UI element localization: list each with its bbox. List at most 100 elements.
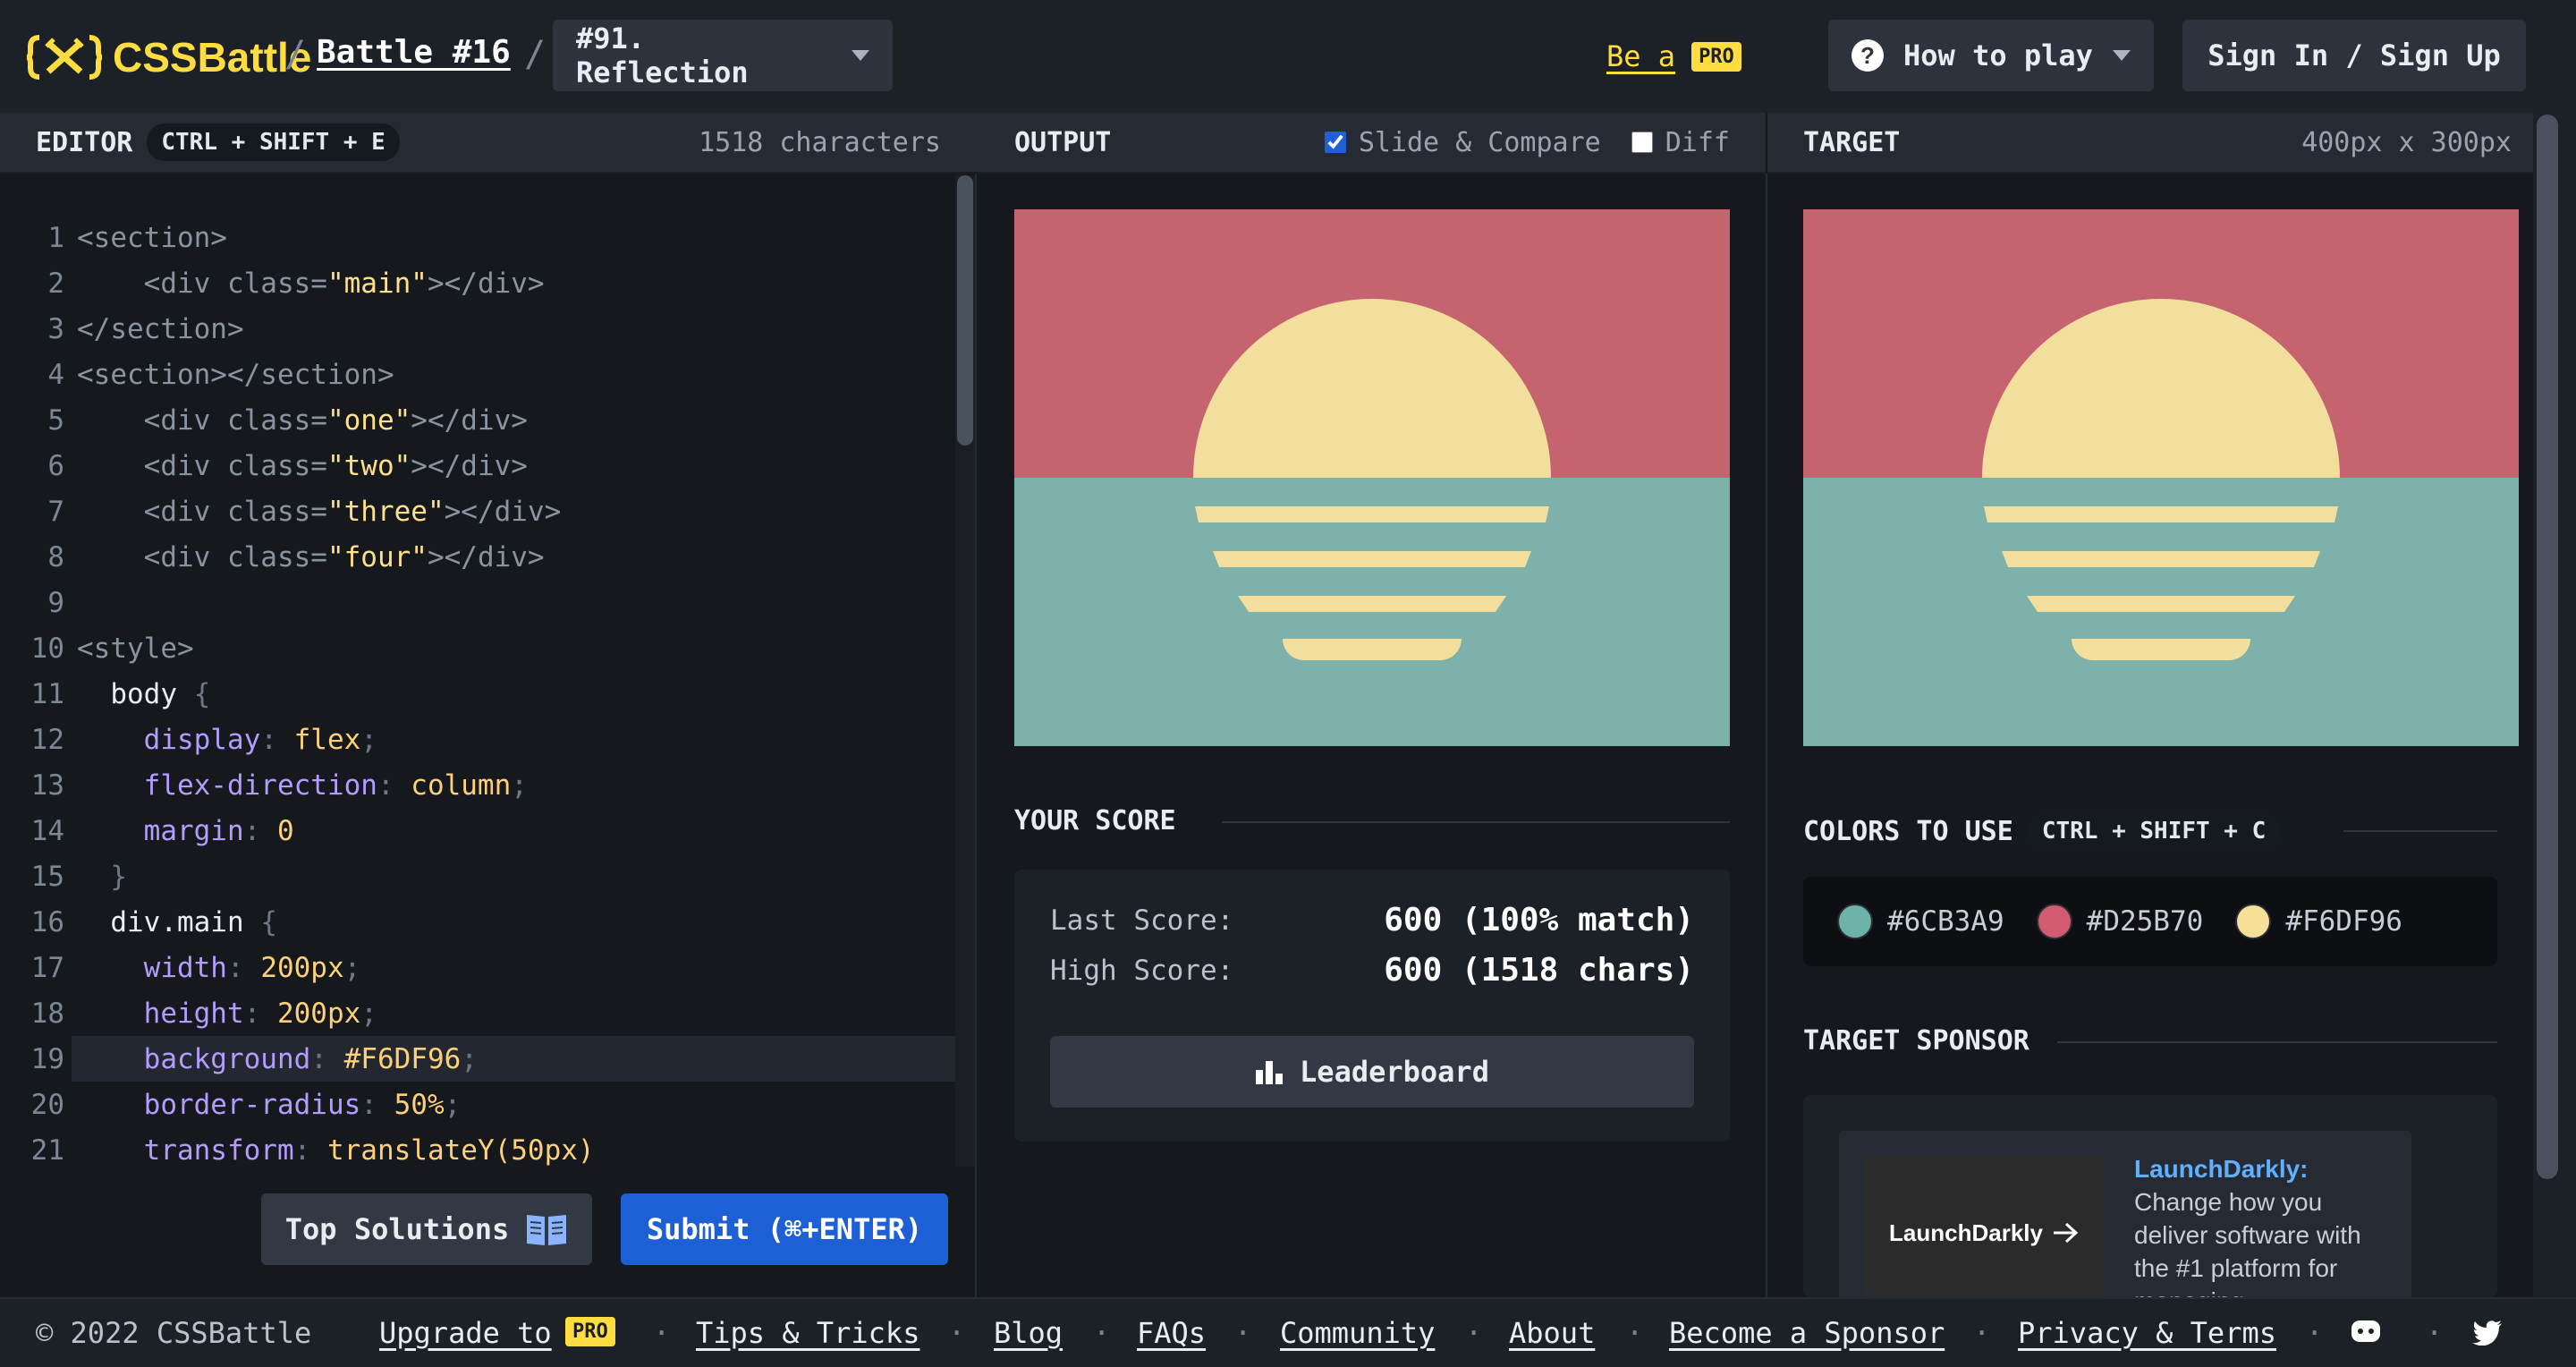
code-line[interactable]: 13 flex-direction: column;: [0, 762, 955, 808]
slide-compare-label: Slide & Compare: [1358, 126, 1601, 158]
color-swatch[interactable]: #D25B70: [2036, 904, 2203, 939]
top-solutions-button[interactable]: Top Solutions: [261, 1193, 592, 1265]
sign-in-button[interactable]: Sign In / Sign Up: [2182, 20, 2526, 91]
code-line[interactable]: 12 display: flex;: [0, 717, 955, 762]
footer-privacy-link[interactable]: Privacy & Terms: [2018, 1316, 2276, 1350]
output-reflection-stripe: [1213, 551, 1531, 567]
code-line[interactable]: 1 <section>: [0, 215, 955, 260]
twitter-icon[interactable]: [2472, 1320, 2503, 1346]
colors-title-text: COLORS TO USE: [1803, 815, 2013, 847]
code-token: #F6DF96: [343, 1042, 462, 1075]
line-number: 19: [30, 1042, 64, 1075]
code-line[interactable]: 5 <div class="one"></div>: [0, 397, 955, 443]
code-line[interactable]: 9: [0, 580, 955, 625]
code-line[interactable]: 20 border-radius: 50%;: [0, 1082, 955, 1127]
color-hex: #F6DF96: [2285, 905, 2402, 938]
how-to-play-dropdown[interactable]: ? How to play: [1828, 20, 2154, 91]
footer-about-link[interactable]: About: [1509, 1316, 1595, 1350]
footer-upgrade-link[interactable]: Upgrade to: [379, 1316, 552, 1350]
color-swatch[interactable]: #F6DF96: [2235, 904, 2402, 939]
line-number: 10: [30, 632, 64, 665]
code-token: "one": [326, 403, 411, 437]
target-select-dropdown[interactable]: #91. Reflection: [553, 20, 893, 91]
line-number: 1: [47, 221, 64, 254]
output-title: OUTPUT: [1014, 126, 1112, 158]
code-token: "two": [326, 449, 411, 482]
color-swatch[interactable]: #6CB3A9: [1837, 904, 2004, 939]
colors-shortcut: CTRL + SHIFT + C: [2027, 812, 2281, 850]
battle-link[interactable]: Battle #16: [317, 34, 511, 71]
code-token: <div class=: [143, 540, 327, 573]
code-token: </section>: [77, 312, 244, 345]
footer-faqs-link[interactable]: FAQs: [1137, 1316, 1206, 1350]
pro-badge: PRO: [1691, 41, 1741, 72]
sponsor-ad[interactable]: LaunchDarkly LaunchDarkly: Change how yo…: [1839, 1131, 2411, 1297]
colors-section-title: COLORS TO USE CTRL + SHIFT + C: [1803, 812, 2281, 850]
leaderboard-button[interactable]: Leaderboard: [1050, 1036, 1694, 1108]
code-line[interactable]: 8 <div class="four"></div>: [0, 534, 955, 580]
section-divider: [2343, 830, 2497, 832]
code-line[interactable]: 2 <div class="main"></div>: [0, 260, 955, 306]
code-token: div.main: [110, 905, 244, 938]
code-line[interactable]: 16 div.main {: [0, 899, 955, 945]
code-line[interactable]: 19 background: #F6DF96;: [0, 1036, 955, 1082]
code-line[interactable]: 7 <div class="three"></div>: [0, 488, 955, 534]
code-line[interactable]: 3 </section>: [0, 306, 955, 352]
diff-checkbox[interactable]: [1631, 132, 1653, 153]
submit-button[interactable]: Submit (⌘+ENTER): [621, 1193, 948, 1265]
line-number: 18: [30, 997, 64, 1030]
footer-separator: ·: [1626, 1316, 1644, 1350]
line-number: 3: [47, 312, 64, 345]
panel-divider: [1766, 174, 1767, 1297]
code-line[interactable]: 6 <div class="two"></div>: [0, 443, 955, 488]
code-editor[interactable]: 1 <section> 2 <div class="main"></div> 3 <…: [0, 175, 975, 1167]
be-pro-link[interactable]: Be a PRO: [1606, 39, 1741, 73]
output-canvas[interactable]: [1014, 209, 1730, 746]
line-number: 7: [47, 495, 64, 528]
code-line[interactable]: 14 margin: 0: [0, 808, 955, 853]
submit-label: Submit (⌘+ENTER): [646, 1212, 923, 1246]
code-token: 200px: [276, 997, 361, 1030]
code-token: <section></section>: [77, 358, 394, 391]
target-size: 400px x 300px: [2301, 126, 2512, 158]
code-token: margin: [143, 814, 244, 847]
sign-in-label: Sign In / Sign Up: [2207, 38, 2501, 72]
footer-community-link[interactable]: Community: [1280, 1316, 1435, 1350]
code-line[interactable]: 18 height: 200px;: [0, 990, 955, 1036]
footer-tips-link[interactable]: Tips & Tricks: [696, 1316, 919, 1350]
slide-compare-checkbox[interactable]: [1324, 132, 1346, 153]
bar-chart-icon: [1256, 1061, 1284, 1084]
code-line[interactable]: 4 <section></section>: [0, 352, 955, 397]
cssbattle-logo[interactable]: CSSBattle: [27, 29, 311, 86]
code-line[interactable]: 15 }: [0, 853, 955, 899]
diff-toggle[interactable]: Diff: [1631, 127, 1730, 158]
footer-sponsor-link[interactable]: Become a Sponsor: [1669, 1316, 1945, 1350]
page-scrollbar-thumb[interactable]: [2537, 115, 2558, 1179]
slide-compare-toggle[interactable]: Slide & Compare: [1324, 126, 1601, 158]
line-number: 14: [30, 814, 64, 847]
code-line[interactable]: 11 body {: [0, 671, 955, 717]
breadcrumb-separator: /: [524, 34, 547, 75]
code-token: ></div>: [427, 540, 545, 573]
code-line[interactable]: 10 <style>: [0, 625, 955, 671]
top-solutions-label: Top Solutions: [284, 1212, 510, 1246]
panel-divider: [975, 174, 977, 1297]
high-score-label: High Score:: [1050, 954, 1234, 987]
code-token: width: [143, 951, 227, 984]
discord-icon[interactable]: [2351, 1319, 2381, 1346]
code-line[interactable]: 21 transform: translateY(50px): [0, 1127, 955, 1167]
line-number: 16: [30, 905, 64, 938]
code-token: <style>: [77, 632, 194, 665]
line-number: 4: [47, 358, 64, 391]
editor-title: EDITOR: [36, 126, 133, 158]
code-token: border-radius: [143, 1088, 361, 1121]
code-line[interactable]: 17 width: 200px;: [0, 945, 955, 990]
score-card: Last Score: 600 (100% match) High Score:…: [1014, 870, 1730, 1142]
color-dot: [2235, 904, 2272, 939]
line-number: 15: [30, 860, 64, 893]
line-number: 9: [47, 586, 64, 619]
footer-blog-link[interactable]: Blog: [994, 1316, 1063, 1350]
leaderboard-label: Leaderboard: [1300, 1055, 1489, 1089]
editor-scrollbar-thumb[interactable]: [957, 175, 973, 446]
sponsor-text: Change how you deliver software with the…: [2134, 1188, 2361, 1297]
